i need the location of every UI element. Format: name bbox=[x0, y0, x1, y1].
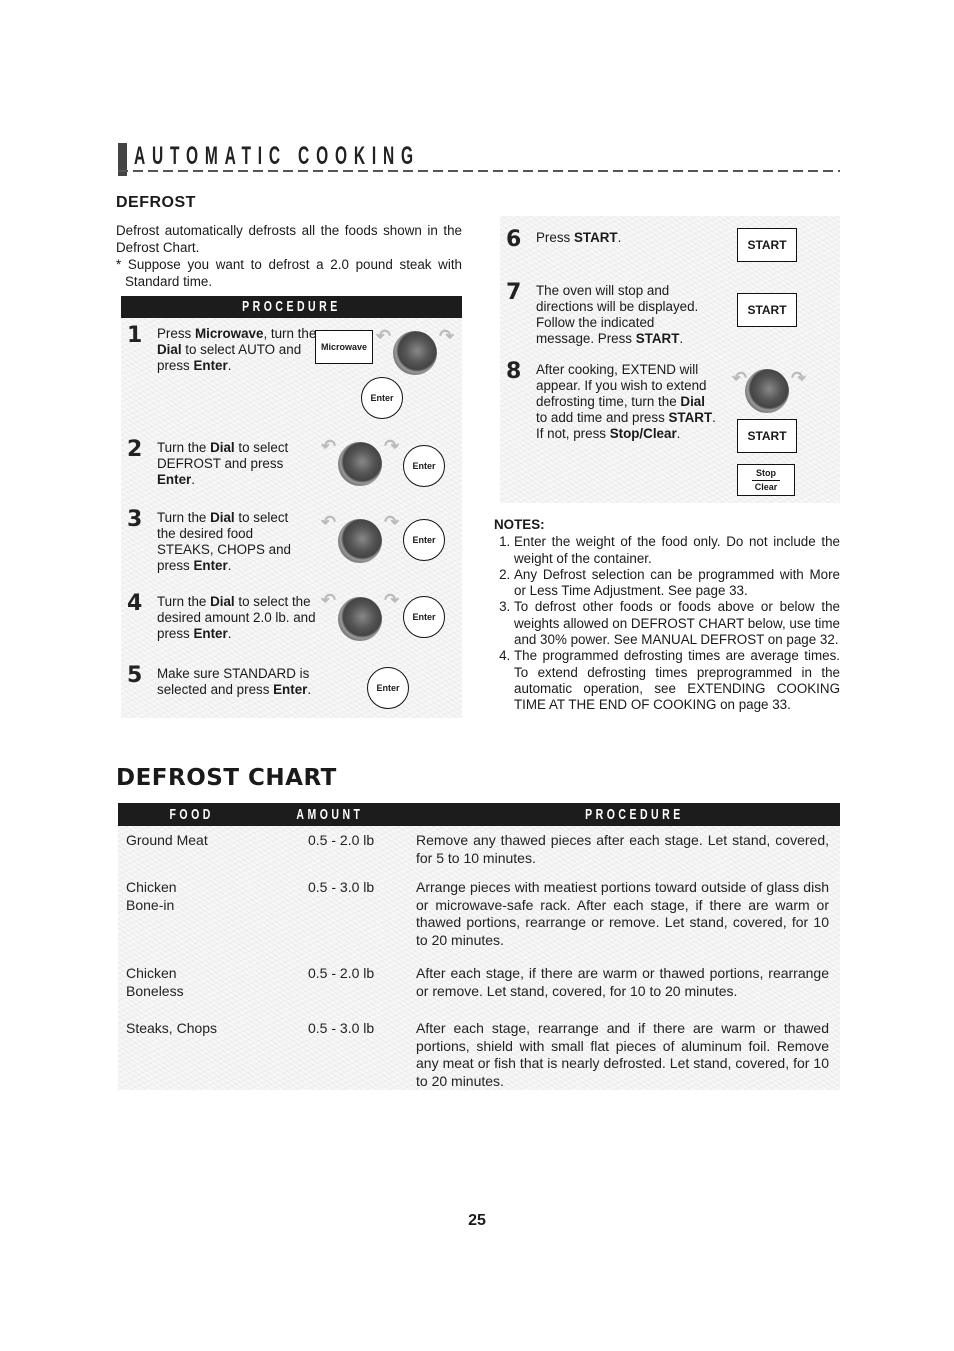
dial-icon bbox=[338, 442, 382, 486]
note-item: Enter the weight of the food only. Do no… bbox=[514, 534, 840, 567]
enter-key: Enter bbox=[367, 667, 409, 709]
procedure-label: PROCEDURE bbox=[242, 298, 341, 315]
clear-label: Clear bbox=[754, 482, 778, 492]
dial-icon bbox=[338, 597, 382, 641]
step-text: After cooking, EXTEND will appear. If yo… bbox=[536, 362, 716, 441]
start-key: START bbox=[737, 228, 797, 262]
step-number: 3 bbox=[127, 507, 143, 532]
notes-section: NOTES: Enter the weight of the food only… bbox=[494, 517, 840, 714]
food-cell: Chicken Bone-in bbox=[126, 879, 177, 913]
procedure-cell: Remove any thawed pieces after each stag… bbox=[416, 832, 829, 866]
step-number: 7 bbox=[506, 280, 522, 305]
enter-key: Enter bbox=[403, 519, 445, 561]
procedure-header: PROCEDURE bbox=[121, 296, 462, 318]
enter-key: Enter bbox=[403, 596, 445, 638]
column-header-food: FOOD bbox=[160, 803, 223, 826]
rotate-right-arrow-icon: ↷ bbox=[439, 326, 455, 346]
step-number: 1 bbox=[127, 323, 143, 348]
example-text: * Suppose you want to defrost a 2.0 poun… bbox=[116, 257, 462, 289]
intro-text: Defrost automatically defrosts all the f… bbox=[116, 223, 462, 255]
microwave-key: Microwave bbox=[315, 330, 373, 364]
step-number: 6 bbox=[506, 227, 522, 252]
step-text: Press Microwave, turn the Dial to select… bbox=[157, 326, 317, 373]
column-header-amount: AMOUNT bbox=[282, 803, 378, 826]
defrost-chart-title: DEFROST CHART bbox=[116, 765, 337, 791]
step-text: Turn the Dial to select DEFROST and pres… bbox=[157, 440, 289, 487]
step-text: Turn the Dial to select the desired food… bbox=[157, 510, 291, 573]
defrost-intro: Defrost automatically defrosts all the f… bbox=[116, 222, 462, 290]
rotate-left-arrow-icon: ↶ bbox=[321, 590, 337, 610]
procedure-cell: After each stage, rearrange and if there… bbox=[416, 1020, 829, 1089]
step-number: 2 bbox=[127, 437, 143, 462]
dial-icon bbox=[338, 519, 382, 563]
column-label: FOOD bbox=[169, 806, 214, 823]
step-number: 5 bbox=[127, 663, 143, 688]
enter-key: Enter bbox=[403, 445, 445, 487]
step-text: The oven will stop and directions will b… bbox=[536, 283, 699, 346]
page-section-title: AUTOMATIC COOKING bbox=[134, 142, 420, 170]
step-number: 8 bbox=[506, 359, 522, 384]
food-cell: Chicken Boneless bbox=[126, 965, 184, 999]
notes-list: Enter the weight of the food only. Do no… bbox=[494, 534, 840, 713]
rotate-right-arrow-icon: ↷ bbox=[384, 436, 400, 456]
procedure-cell: After each stage, if there are warm or t… bbox=[416, 965, 829, 999]
rotate-right-arrow-icon: ↷ bbox=[791, 368, 807, 388]
column-label: AMOUNT bbox=[296, 806, 364, 823]
step-number: 4 bbox=[127, 591, 143, 616]
procedure-panel-left: 1 Press Microwave, turn the Dial to sele… bbox=[121, 318, 462, 718]
dial-icon bbox=[393, 331, 437, 375]
procedure-panel-right: 6 Press START. START 7 The oven will sto… bbox=[500, 216, 840, 503]
rotate-right-arrow-icon: ↷ bbox=[384, 590, 400, 610]
food-cell: Steaks, Chops bbox=[126, 1020, 218, 1036]
dial-icon bbox=[745, 369, 789, 413]
rotate-left-arrow-icon: ↶ bbox=[321, 512, 337, 532]
stop-label: Stop bbox=[752, 467, 780, 481]
start-key: START bbox=[737, 293, 797, 327]
amount-cell: 0.5 - 3.0 lb bbox=[308, 1020, 375, 1036]
amount-cell: 0.5 - 2.0 lb bbox=[308, 832, 375, 848]
step-text: Turn the Dial to select the desired amou… bbox=[157, 594, 316, 641]
food-cell: Ground Meat bbox=[126, 832, 208, 848]
procedure-cell: Arrange pieces with meatiest portions to… bbox=[416, 879, 829, 948]
note-item: The programmed defrosting times are aver… bbox=[514, 648, 840, 713]
defrost-chart-body: Ground Meat 0.5 - 2.0 lb Remove any thaw… bbox=[118, 826, 840, 1090]
stop-clear-key: Stop Clear bbox=[737, 464, 795, 496]
step-text: Press START. bbox=[536, 230, 622, 245]
rotate-left-arrow-icon: ↶ bbox=[376, 326, 392, 346]
notes-title: NOTES: bbox=[494, 517, 545, 532]
defrost-heading: DEFROST bbox=[116, 194, 196, 211]
rotate-left-arrow-icon: ↶ bbox=[321, 436, 337, 456]
amount-cell: 0.5 - 3.0 lb bbox=[308, 879, 375, 895]
rotate-right-arrow-icon: ↷ bbox=[384, 512, 400, 532]
start-key: START bbox=[737, 419, 797, 453]
column-label: PROCEDURE bbox=[585, 806, 684, 823]
amount-cell: 0.5 - 2.0 lb bbox=[308, 965, 375, 981]
defrost-chart-header: FOOD AMOUNT PROCEDURE bbox=[118, 803, 840, 826]
header-dashed-rule bbox=[118, 170, 840, 172]
step-text: Make sure STANDARD is selected and press… bbox=[157, 666, 312, 697]
note-item: To defrost other foods or foods above or… bbox=[514, 599, 840, 648]
note-item: Any Defrost selection can be programmed … bbox=[514, 567, 840, 600]
page-number: 25 bbox=[468, 1212, 486, 1229]
enter-key: Enter bbox=[361, 377, 403, 419]
column-header-procedure: PROCEDURE bbox=[564, 803, 705, 826]
